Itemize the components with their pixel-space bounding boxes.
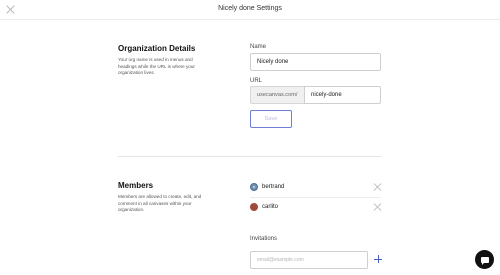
remove-member-icon[interactable] <box>373 203 381 211</box>
org-url-field[interactable]: nicely-done <box>304 86 381 104</box>
members-description: Members are allowed to create, edit, and… <box>118 194 202 212</box>
invite-email-input[interactable]: email@example.com <box>250 251 368 269</box>
member-row: B bertrand <box>250 177 381 197</box>
member-name: bertrand <box>262 184 285 190</box>
member-name: carlito <box>262 204 279 210</box>
save-button[interactable]: Save <box>250 110 292 128</box>
members-title: Members <box>118 181 154 190</box>
org-details-title: Organization Details <box>118 44 196 53</box>
plus-icon[interactable] <box>374 255 382 263</box>
chat-button[interactable] <box>475 250 494 269</box>
name-label: Name <box>250 44 267 50</box>
section-divider <box>118 156 381 157</box>
org-name-field[interactable]: Nicely done <box>250 53 381 71</box>
org-details-description: Your org name is used in menus and headi… <box>118 57 195 75</box>
title-bar: Nicely done Settings <box>0 0 500 20</box>
remove-member-icon[interactable] <box>373 183 381 191</box>
member-row: carlito <box>250 197 381 217</box>
url-prefix: usecanvas.com/ <box>250 86 304 104</box>
chat-icon <box>480 256 489 265</box>
window-title: Nicely done Settings <box>218 5 282 12</box>
avatar: B <box>250 183 258 191</box>
avatar <box>250 203 258 211</box>
invitations-label: Invitations <box>250 236 278 242</box>
url-label: URL <box>250 78 263 84</box>
